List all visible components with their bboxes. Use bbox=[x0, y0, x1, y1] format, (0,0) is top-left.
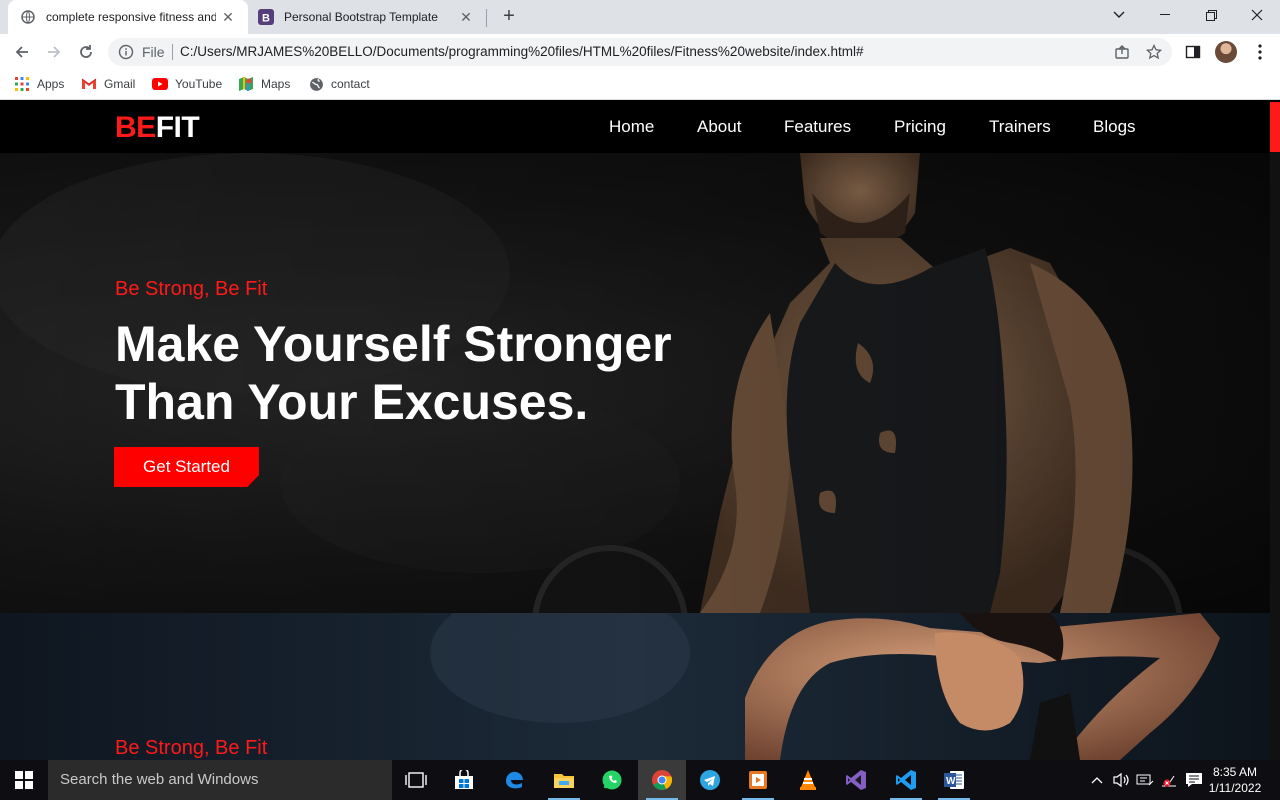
clock-date: 1/11/2022 bbox=[1208, 781, 1262, 795]
info-icon[interactable] bbox=[118, 44, 134, 60]
bookmark-label: Maps bbox=[261, 77, 291, 91]
more-menu-icon[interactable] bbox=[1252, 43, 1268, 61]
bookmark-label: Apps bbox=[37, 77, 65, 91]
visual-studio-icon[interactable] bbox=[832, 760, 880, 800]
bookmark-label: contact bbox=[331, 77, 370, 91]
minimize-icon[interactable] bbox=[1142, 0, 1188, 30]
tab-search-icon[interactable] bbox=[1096, 0, 1142, 30]
taskbar-clock[interactable]: 8:35 AM 1/11/2022 bbox=[1208, 764, 1262, 796]
task-view-icon[interactable] bbox=[392, 760, 440, 800]
hero-headline: Make Yourself Stronger Than Your Excuses… bbox=[115, 316, 672, 430]
file-explorer-icon[interactable] bbox=[540, 760, 588, 800]
action-center-icon[interactable] bbox=[1182, 760, 1206, 800]
profile-avatar[interactable] bbox=[1215, 41, 1237, 63]
browser-toolbar: File C:/Users/MRJAMES%20BELLO/Documents/… bbox=[0, 34, 1280, 70]
hero-tagline-2: Be Strong, Be Fit bbox=[115, 737, 268, 759]
hero-tagline: Be Strong, Be Fit bbox=[115, 278, 268, 300]
restore-icon[interactable] bbox=[1188, 0, 1234, 30]
svg-text:W: W bbox=[946, 776, 956, 787]
bookmark-star-icon[interactable] bbox=[1145, 43, 1163, 60]
forward-arrow-icon[interactable] bbox=[42, 40, 66, 64]
windows-start-icon[interactable] bbox=[0, 760, 48, 800]
nav-pricing[interactable]: Pricing bbox=[894, 117, 946, 137]
whatsapp-icon[interactable] bbox=[588, 760, 636, 800]
windows-taskbar: Search the web and Windows W 8:35 AM 1/1… bbox=[0, 760, 1280, 800]
nav-blogs[interactable]: Blogs bbox=[1093, 117, 1136, 137]
globe-icon bbox=[308, 76, 324, 92]
bookmark-label: YouTube bbox=[175, 77, 223, 91]
bookmark-youtube[interactable]: YouTube bbox=[152, 76, 222, 92]
page-scrollbar[interactable] bbox=[1270, 102, 1280, 760]
bookmark-label: Gmail bbox=[104, 77, 136, 91]
hero-slide-2: Be Strong, Be Fit bbox=[0, 613, 1270, 760]
input-method-icon[interactable] bbox=[1134, 760, 1156, 800]
svg-text:B: B bbox=[262, 13, 270, 25]
show-hidden-icons-chevron-icon[interactable] bbox=[1088, 760, 1106, 800]
url-text[interactable]: C:/Users/MRJAMES%20BELLO/Documents/progr… bbox=[180, 44, 864, 59]
nav-about[interactable]: About bbox=[697, 117, 741, 137]
maps-icon bbox=[238, 76, 254, 92]
telegram-icon[interactable] bbox=[686, 760, 734, 800]
logo-fit: FIT bbox=[155, 111, 200, 144]
address-bar[interactable]: File C:/Users/MRJAMES%20BELLO/Documents/… bbox=[108, 38, 1172, 66]
back-arrow-icon[interactable] bbox=[10, 40, 34, 64]
browser-tab-bar: complete responsive fitness and ✕ B Pers… bbox=[0, 0, 1280, 34]
site-logo[interactable]: BEFIT bbox=[115, 111, 200, 145]
scheme-label: File bbox=[142, 44, 165, 60]
tab-separator bbox=[486, 9, 487, 27]
bookmark-apps[interactable]: Apps bbox=[14, 76, 64, 92]
scroll-thumb[interactable] bbox=[1270, 102, 1280, 152]
nav-features[interactable]: Features bbox=[784, 117, 851, 137]
get-started-button[interactable]: Get Started bbox=[114, 447, 259, 487]
taskbar-search-input[interactable]: Search the web and Windows bbox=[48, 760, 392, 800]
apps-grid-icon bbox=[14, 76, 30, 92]
side-panel-icon[interactable] bbox=[1185, 44, 1201, 60]
address-divider bbox=[172, 44, 173, 60]
logo-be: BE bbox=[115, 111, 156, 144]
word-icon[interactable]: W bbox=[930, 760, 978, 800]
bookmark-contact[interactable]: contact bbox=[308, 76, 370, 92]
vscode-icon[interactable] bbox=[882, 760, 930, 800]
tab-title: Personal Bootstrap Template bbox=[284, 10, 438, 24]
close-tab-icon[interactable]: ✕ bbox=[220, 9, 236, 25]
edge-icon[interactable] bbox=[490, 760, 538, 800]
youtube-icon bbox=[152, 76, 168, 92]
tab-bootstrap-template[interactable]: B Personal Bootstrap Template ✕ bbox=[250, 0, 486, 34]
bookmark-gmail[interactable]: Gmail bbox=[81, 76, 135, 92]
close-window-icon[interactable] bbox=[1234, 0, 1280, 30]
chrome-icon[interactable] bbox=[638, 760, 686, 800]
globe-icon bbox=[20, 9, 36, 25]
close-tab-icon[interactable]: ✕ bbox=[458, 9, 474, 25]
tab-title: complete responsive fitness and bbox=[46, 10, 216, 24]
hero-slide-1: Be Strong, Be Fit Make Yourself Stronger… bbox=[0, 153, 1270, 613]
volume-icon[interactable] bbox=[1110, 760, 1132, 800]
web-page: BEFIT Home About Features Pricing Traine… bbox=[0, 102, 1280, 760]
nav-trainers[interactable]: Trainers bbox=[989, 117, 1051, 137]
media-player-icon[interactable] bbox=[734, 760, 782, 800]
new-tab-icon[interactable]: + bbox=[499, 6, 519, 27]
share-icon[interactable] bbox=[1114, 44, 1130, 60]
gmail-icon bbox=[81, 76, 97, 92]
network-warning-icon[interactable] bbox=[1158, 760, 1180, 800]
store-icon[interactable] bbox=[440, 760, 488, 800]
clock-time: 8:35 AM bbox=[1212, 765, 1258, 779]
reload-icon[interactable] bbox=[74, 40, 98, 64]
site-header: BEFIT Home About Features Pricing Traine… bbox=[0, 102, 1270, 153]
bookmark-maps[interactable]: Maps bbox=[238, 76, 290, 92]
bookmarks-bar: Apps Gmail YouTube Maps contact bbox=[0, 70, 1280, 100]
nav-home[interactable]: Home bbox=[609, 117, 654, 137]
bootstrap-icon: B bbox=[258, 9, 274, 25]
tab-fitness[interactable]: complete responsive fitness and ✕ bbox=[8, 0, 248, 34]
vlc-icon[interactable] bbox=[784, 760, 832, 800]
